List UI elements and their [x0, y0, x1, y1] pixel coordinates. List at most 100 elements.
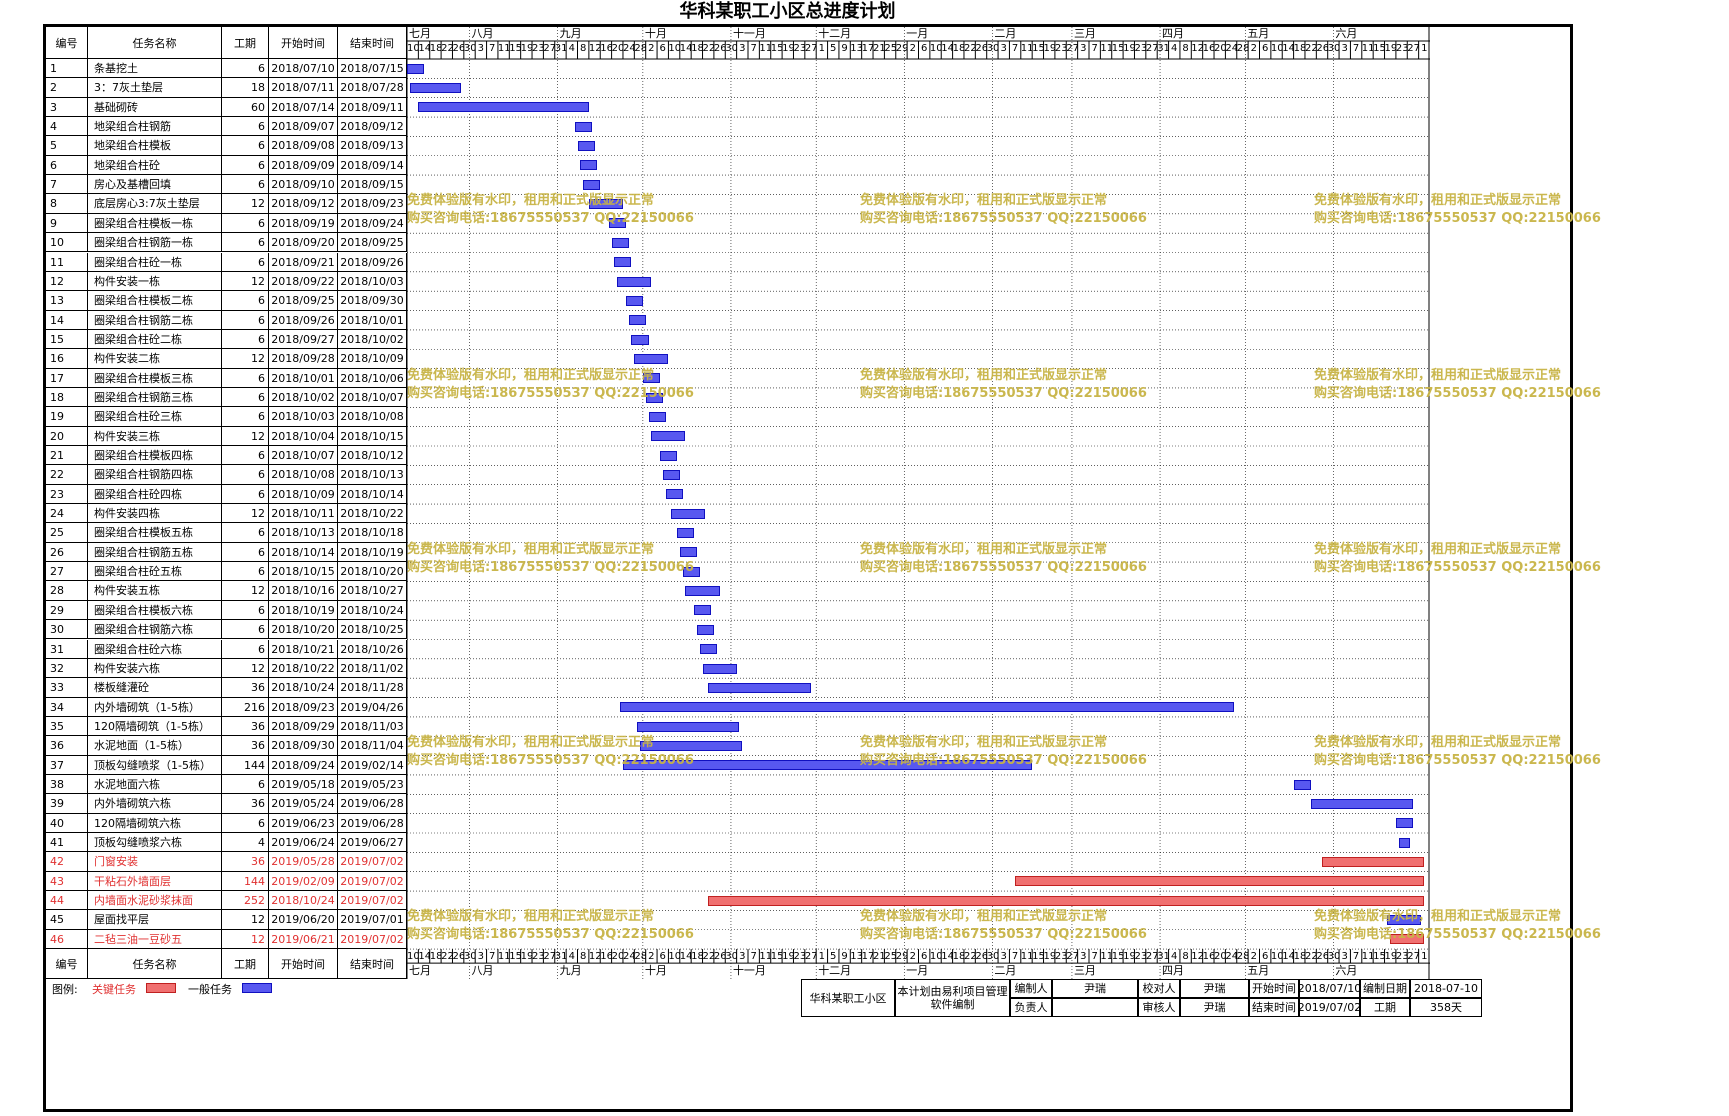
task-duration-cell: 6: [222, 117, 269, 137]
task-start-cell: 2018/09/25: [269, 291, 338, 311]
critical-task-bar[interactable]: [1015, 876, 1425, 887]
task-bar[interactable]: [409, 83, 461, 94]
day-label: 30: [986, 43, 999, 54]
task-duration-cell: 6: [222, 310, 269, 330]
day-label-bottom: 20: [1214, 951, 1226, 963]
task-bar[interactable]: [694, 605, 712, 616]
month-label: 二月: [994, 27, 1017, 40]
task-end-cell: 2018/10/07: [338, 387, 407, 408]
task-bar[interactable]: [407, 63, 425, 74]
task-bar[interactable]: [625, 295, 643, 306]
day-label-bottom: 11: [497, 951, 510, 963]
day-label: 4: [568, 43, 575, 54]
task-id-cell: 32: [46, 658, 88, 679]
day-label-bottom: 14: [679, 951, 692, 963]
task-bar[interactable]: [611, 237, 629, 248]
task-duration-cell: 36: [222, 716, 269, 737]
legend-critical-swatch: [146, 983, 176, 994]
legend-critical-label: 关键任务: [92, 983, 136, 997]
day-label-bottom: 26: [713, 951, 726, 963]
day-label: 1: [1421, 43, 1428, 54]
task-bar[interactable]: [676, 528, 694, 539]
task-bar[interactable]: [580, 160, 598, 171]
task-bar[interactable]: [665, 489, 683, 500]
task-bar[interactable]: [620, 702, 1234, 713]
task-duration-cell: 216: [222, 697, 269, 717]
footer-reviewer-label: 审核人: [1138, 998, 1180, 1018]
task-start-cell: 2019/06/21: [269, 929, 338, 950]
day-label-bottom: 24: [622, 951, 635, 963]
task-bar[interactable]: [418, 102, 589, 113]
task-end-cell: 2018/10/26: [338, 639, 407, 659]
task-id-cell: 14: [46, 310, 88, 330]
day-label: 21: [873, 43, 885, 54]
day-label: 20: [611, 43, 623, 54]
task-start-cell: 2018/10/08: [269, 465, 338, 485]
day-label: 2: [1250, 43, 1257, 54]
task-start-cell: 2018/10/02: [269, 387, 338, 408]
task-name-cell: 圈梁组合柱钢筋二栋: [88, 310, 222, 330]
task-bar[interactable]: [662, 470, 680, 481]
day-label: 3: [1341, 43, 1348, 54]
task-start-cell: 2018/09/09: [269, 155, 338, 176]
task-bar[interactable]: [1310, 798, 1413, 809]
task-bar[interactable]: [628, 315, 646, 326]
task-end-cell: 2018/10/18: [338, 523, 407, 543]
task-bar[interactable]: [1395, 818, 1413, 829]
task-bar[interactable]: [631, 334, 649, 345]
critical-task-bar[interactable]: [1322, 857, 1425, 868]
footer-owner: [1052, 998, 1138, 1018]
watermark-text: 免费体验版有水印，租用和正式版显示正常 购买咨询电话:18675550537 QQ…: [860, 367, 1147, 403]
task-bar[interactable]: [699, 644, 717, 655]
watermark-line1: 免费体验版有水印，租用和正式版显示正常: [860, 735, 1108, 751]
task-bar[interactable]: [651, 431, 686, 442]
task-name-cell: 地梁组合柱钢筋: [88, 117, 222, 137]
task-duration-cell: 6: [222, 774, 269, 795]
task-bar[interactable]: [648, 411, 666, 422]
task-bar[interactable]: [702, 663, 737, 674]
task-name-cell: 圈梁组合柱砼四栋: [88, 484, 222, 505]
task-bar[interactable]: [659, 450, 677, 461]
task-bar[interactable]: [574, 121, 592, 132]
month-label-bottom: 七月: [409, 964, 431, 978]
day-label-bottom: 27: [1066, 951, 1078, 963]
task-bar[interactable]: [1293, 779, 1311, 790]
day-label: 31: [554, 43, 567, 54]
task-end-cell: 2019/06/28: [338, 794, 407, 814]
task-duration-cell: 36: [222, 794, 269, 814]
watermark-line1: 免费体验版有水印，租用和正式版显示正常: [407, 193, 655, 209]
day-label-bottom: 10: [407, 951, 419, 963]
task-bar[interactable]: [671, 508, 706, 519]
month-label-bottom: 三月: [1073, 964, 1096, 978]
task-id-cell: 21: [46, 446, 88, 466]
task-id-cell: 43: [46, 871, 88, 892]
column-header-start: 开始时间: [269, 27, 338, 59]
day-label: 11: [1020, 43, 1033, 54]
task-duration-cell: 12: [222, 426, 269, 446]
critical-task-bar[interactable]: [708, 895, 1425, 906]
task-bar[interactable]: [685, 586, 720, 597]
day-label-bottom: 22: [963, 951, 976, 963]
day-label: 13: [850, 43, 862, 54]
task-bar[interactable]: [708, 682, 811, 693]
task-bar[interactable]: [583, 179, 601, 190]
task-start-cell: 2018/10/01: [269, 368, 338, 388]
task-name-cell: 房心及基槽回填: [88, 175, 222, 195]
task-bar[interactable]: [637, 721, 740, 732]
task-bar[interactable]: [577, 141, 595, 152]
day-label: 3: [1000, 43, 1007, 54]
watermark-line2: 购买咨询电话:18675550537 QQ:22150066: [860, 753, 1147, 769]
task-bar[interactable]: [1398, 837, 1411, 848]
task-end-cell: 2018/10/03: [338, 271, 407, 292]
task-bar[interactable]: [696, 624, 714, 635]
task-start-cell: 2018/10/22: [269, 658, 338, 679]
task-id-cell: 31: [46, 639, 88, 659]
task-bar[interactable]: [617, 276, 652, 287]
task-bar[interactable]: [634, 353, 669, 364]
day-label-bottom: 30: [725, 951, 737, 963]
task-bar[interactable]: [614, 257, 632, 268]
gantt-grid: [407, 27, 1430, 980]
month-label: 十一月: [732, 27, 766, 40]
day-label: 23: [1054, 43, 1067, 54]
day-label: 16: [600, 43, 612, 54]
